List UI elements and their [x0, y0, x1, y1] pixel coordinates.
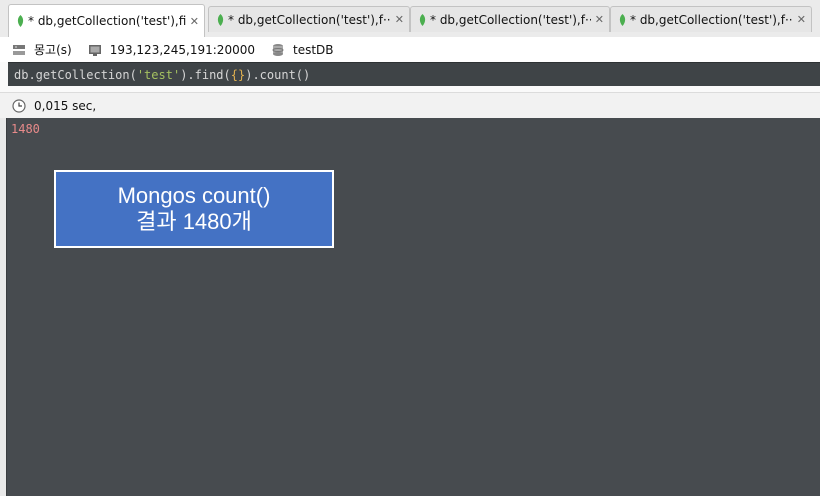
mongodb-leaf-icon: [419, 13, 426, 26]
mongodb-leaf-icon: [619, 13, 626, 26]
query-code-suffix: ).count(): [245, 68, 311, 82]
tab-query-4[interactable]: * db,getCollection('test'),f··· ✕: [610, 6, 812, 32]
connection-info-bar: 몽고(s) 193,123,245,191:20000 testDB: [0, 37, 820, 62]
tab-bar: * db,getCollection('test'),fi··· ✕ * db,…: [0, 0, 820, 38]
query-editor[interactable]: db.getCollection('test').find({}).count(…: [8, 62, 820, 86]
close-icon[interactable]: ✕: [797, 13, 806, 26]
query-filter-braces: {}: [230, 68, 246, 82]
tab-title: * db,getCollection('test'),f···: [630, 12, 793, 27]
tab-query-1[interactable]: * db,getCollection('test'),fi··· ✕: [8, 4, 205, 37]
execution-status-bar: 0,015 sec,: [0, 92, 820, 119]
callout-line-2: 결과 1480개: [136, 209, 252, 234]
callout-line-1: Mongos count(): [117, 183, 271, 208]
close-icon[interactable]: ✕: [395, 13, 404, 26]
close-icon[interactable]: ✕: [595, 13, 604, 26]
query-code-mid: ).find(: [180, 68, 231, 82]
elapsed-time: 0,015 sec,: [34, 98, 97, 113]
tab-query-3[interactable]: * db,getCollection('test'),f··· ✕: [410, 6, 610, 32]
result-count-value[interactable]: 1480: [11, 122, 40, 136]
connection-mode-label: 몽고(s): [34, 43, 72, 57]
database-icon: [271, 43, 285, 57]
clock-icon: [12, 98, 26, 113]
tab-title: * db,getCollection('test'),f···: [430, 12, 591, 27]
database-name[interactable]: testDB: [271, 43, 334, 57]
tab-query-2[interactable]: * db,getCollection('test'),f··· ✕: [208, 6, 410, 32]
connection-mode[interactable]: 몽고(s): [12, 41, 72, 58]
close-icon[interactable]: ✕: [190, 15, 199, 28]
tab-title: * db,getCollection('test'),f···: [228, 12, 391, 27]
mongodb-leaf-icon: [217, 13, 224, 26]
mongodb-leaf-icon: [17, 15, 24, 27]
query-code-prefix: db.getCollection(: [14, 68, 137, 82]
monitor-icon: [88, 43, 102, 57]
annotation-callout: Mongos count() 결과 1480개: [54, 170, 334, 248]
tab-title: * db,getCollection('test'),fi···: [28, 14, 186, 28]
server-address-label: 193,123,245,191:20000: [109, 42, 255, 57]
database-name-label: testDB: [292, 42, 334, 57]
server-address[interactable]: 193,123,245,191:20000: [88, 43, 255, 57]
query-collection-string: 'test': [136, 68, 181, 82]
server-stack-icon: [12, 43, 26, 57]
